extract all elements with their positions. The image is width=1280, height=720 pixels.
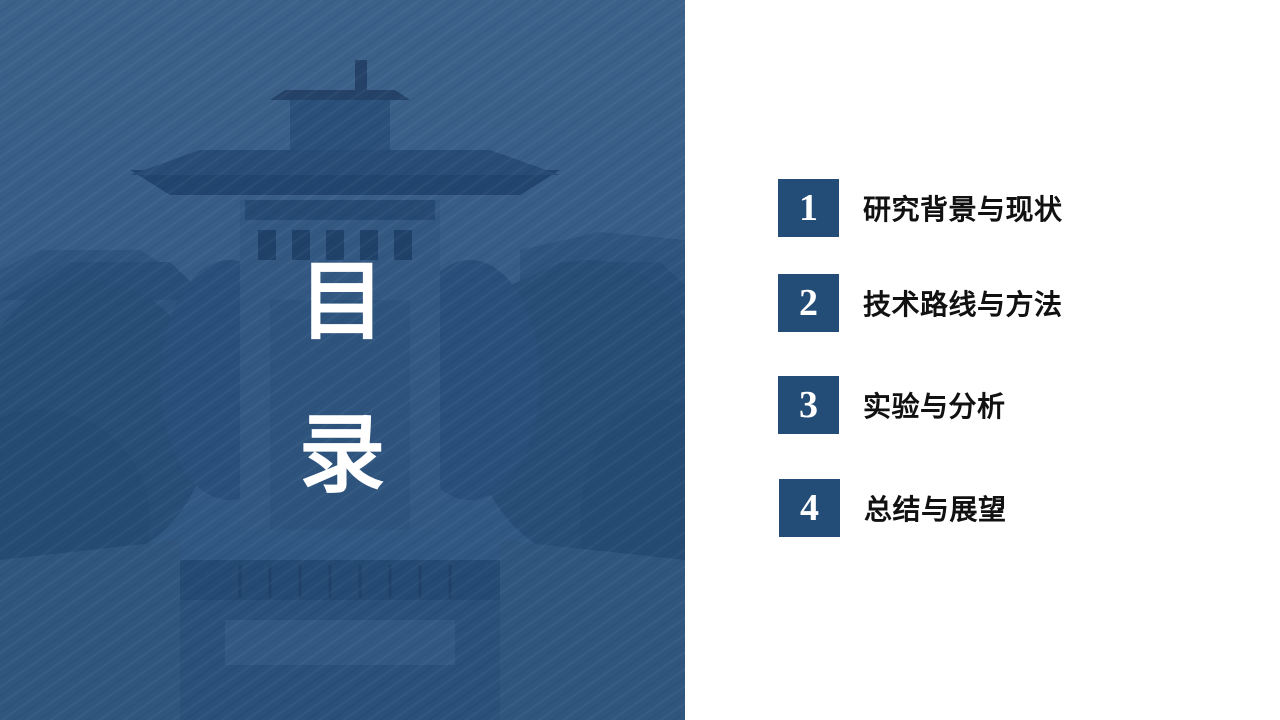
title-char-1: 目 — [299, 252, 385, 352]
toc-number-badge: 2 — [778, 274, 839, 332]
title-char-2: 录 — [299, 405, 385, 505]
toc-number-badge: 4 — [779, 479, 840, 537]
background-image-panel: 目 录 — [0, 0, 685, 720]
toc-number-badge: 3 — [778, 376, 839, 434]
toc-label: 实验与分析 — [863, 390, 1006, 423]
campus-building-illustration — [0, 0, 685, 720]
toc-item-4[interactable]: 4 总结与展望 — [779, 479, 1007, 537]
toc-label: 研究背景与现状 — [863, 193, 1063, 226]
toc-item-2[interactable]: 2 技术路线与方法 — [778, 274, 1063, 332]
toc-slide: 目 录 1 研究背景与现状 2 技术路线与方法 3 实验与分析 4 总结与展望 — [0, 0, 1280, 720]
toc-label: 技术路线与方法 — [863, 288, 1063, 321]
toc-item-1[interactable]: 1 研究背景与现状 — [778, 179, 1063, 237]
toc-item-3[interactable]: 3 实验与分析 — [778, 376, 1006, 434]
toc-number-badge: 1 — [778, 179, 839, 237]
toc-label: 总结与展望 — [864, 493, 1007, 526]
